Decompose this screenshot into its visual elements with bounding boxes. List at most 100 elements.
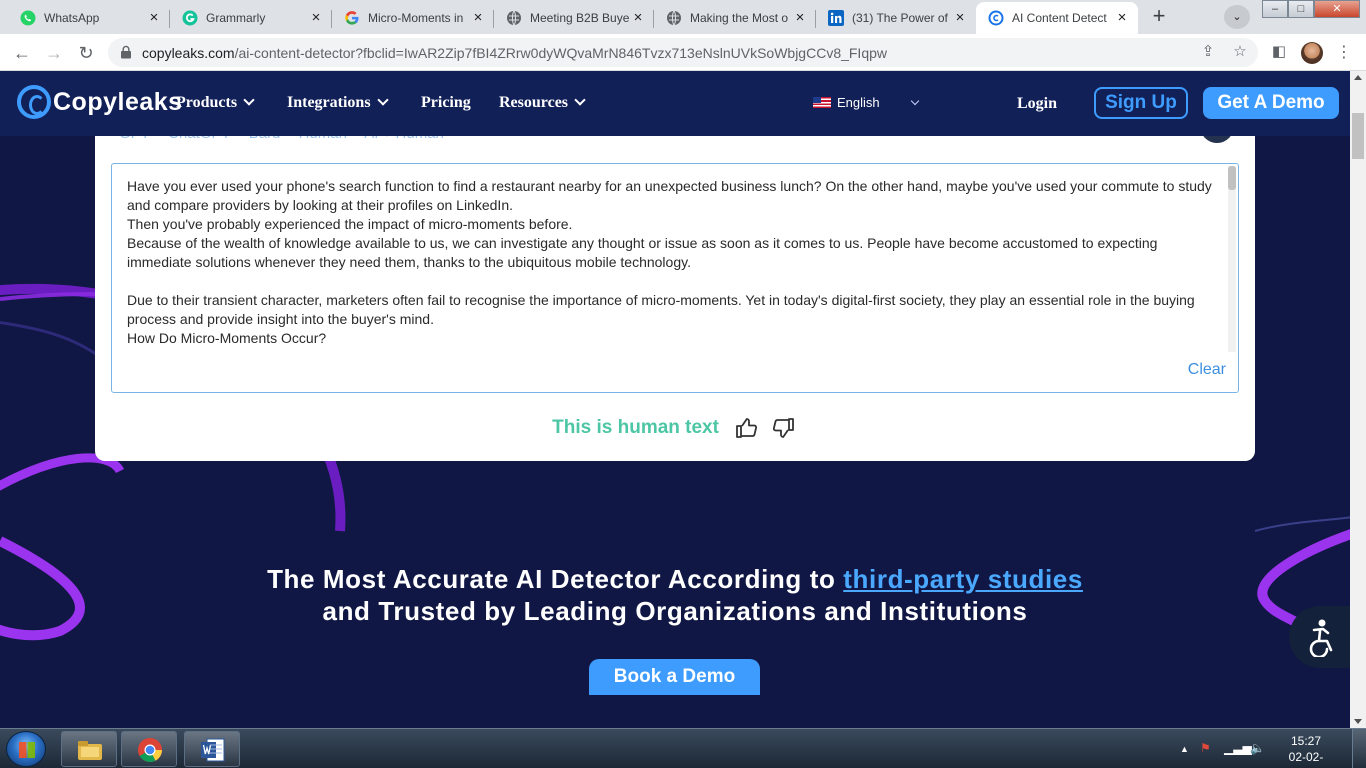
page-viewport: Copyleaks Products Integrations Pricing … [0, 71, 1350, 728]
side-panel-icon[interactable]: ◧ [1269, 42, 1289, 62]
chevron-down-icon [574, 94, 586, 106]
close-tab-icon[interactable]: × [952, 10, 968, 26]
new-tab-button[interactable]: + [1145, 5, 1173, 29]
google-icon [344, 10, 360, 26]
us-flag-icon [813, 97, 831, 108]
detection-result: This is human text [95, 417, 1255, 439]
textbox-scrollbar[interactable] [1228, 166, 1236, 352]
page-scrollbar[interactable] [1350, 71, 1366, 728]
get-a-demo-button[interactable]: Get A Demo [1203, 87, 1339, 119]
sign-up-button[interactable]: Sign Up [1094, 87, 1188, 119]
tab-linkedin[interactable]: (31) The Power of × [816, 2, 976, 34]
forward-button[interactable]: → [41, 40, 67, 66]
share-icon[interactable]: ⇪ [1198, 42, 1218, 62]
clock-date: 02-02-2024 [1288, 750, 1324, 768]
clear-button[interactable]: Clear [1188, 361, 1226, 379]
tab-title: Making the Most o [690, 11, 789, 25]
nav-products[interactable]: Products [176, 94, 255, 112]
back-button[interactable]: ← [9, 40, 35, 66]
close-tab-icon[interactable]: × [308, 10, 324, 26]
tab-grammarly[interactable]: Grammarly × [170, 2, 332, 34]
show-desktop-button[interactable] [1352, 729, 1366, 768]
reload-button[interactable]: ↻ [73, 40, 99, 66]
action-center-flag-icon[interactable]: ⚑ [1200, 741, 1211, 755]
profile-avatar[interactable] [1301, 42, 1323, 64]
browser-menu-icon[interactable]: ⋮ [1336, 42, 1352, 62]
tab-search-button[interactable]: ⌄ [1224, 5, 1250, 29]
tab-title: Meeting B2B Buye [530, 11, 630, 25]
browser-tab-strip: WhatsApp × Grammarly × Micro-Moments in … [0, 0, 1366, 34]
tab-title: WhatsApp [44, 11, 100, 25]
third-party-studies-link[interactable]: third-party studies [843, 564, 1083, 594]
tab-micro-moments[interactable]: Micro-Moments in × [332, 2, 494, 34]
file-explorer-icon [78, 741, 102, 760]
url-text: copyleaks.com/ai-content-detector?fbclid… [142, 45, 887, 61]
chevron-down-icon [376, 94, 389, 106]
close-tab-icon[interactable]: × [630, 10, 646, 26]
text-paragraph: Have you ever used your phone's search f… [127, 178, 1212, 213]
site-header: Copyleaks Products Integrations Pricing … [0, 71, 1350, 136]
nav-label: Pricing [421, 94, 471, 111]
text-paragraph [127, 272, 1225, 291]
taskbar-chrome[interactable] [121, 731, 177, 767]
close-tab-icon[interactable]: × [1114, 10, 1130, 26]
accessibility-widget-button[interactable] [1289, 606, 1350, 668]
thumbs-down-icon[interactable] [772, 417, 798, 439]
grammarly-icon [182, 10, 198, 26]
windows-taskbar: ▲ ⚑ ▁▃▅ 🔈 15:27 02-02-2024 [0, 728, 1366, 768]
close-tab-icon[interactable]: × [146, 10, 162, 26]
book-a-demo-button[interactable]: Book a Demo [589, 659, 760, 695]
logo-text: Copyleaks [53, 87, 183, 116]
system-clock[interactable]: 15:27 02-02-2024 [1276, 733, 1336, 768]
tab-whatsapp[interactable]: WhatsApp × [8, 2, 170, 34]
address-bar[interactable]: copyleaks.com/ai-content-detector?fbclid… [108, 38, 1258, 67]
word-icon [201, 738, 225, 762]
tab-title: AI Content Detect [1012, 11, 1107, 25]
taskbar-word[interactable] [184, 731, 240, 767]
hero-heading-prefix: The Most Accurate AI Detector According … [267, 564, 844, 594]
copyleaks-logo[interactable]: Copyleaks [17, 85, 183, 119]
login-link[interactable]: Login [1017, 95, 1057, 113]
tab-meeting-b2b[interactable]: Meeting B2B Buye × [494, 2, 654, 34]
taskbar-file-explorer[interactable] [61, 731, 117, 767]
volume-icon[interactable]: 🔈 [1250, 741, 1265, 755]
network-signal-icon[interactable]: ▁▃▅ [1224, 741, 1252, 755]
tab-ai-content-detector[interactable]: AI Content Detect × [976, 2, 1138, 34]
close-window-button[interactable]: ✕ [1314, 0, 1360, 18]
text-input-area[interactable]: Have you ever used your phone's search f… [111, 163, 1239, 393]
show-hidden-icons-icon[interactable]: ▲ [1180, 744, 1189, 754]
textbox-scrollbar-thumb[interactable] [1228, 166, 1236, 190]
thumbs-up-icon[interactable] [735, 417, 761, 439]
maximize-window-button[interactable]: □ [1288, 0, 1314, 18]
bookmark-star-icon[interactable]: ☆ [1230, 42, 1250, 62]
text-paragraph: Because of the wealth of knowledge avail… [127, 235, 1158, 270]
scroll-down-arrow-icon[interactable] [1354, 719, 1362, 724]
nav-pricing[interactable]: Pricing [421, 94, 471, 112]
chevron-down-icon [243, 94, 255, 106]
scroll-up-arrow-icon[interactable] [1354, 75, 1362, 80]
tab-title: Micro-Moments in [368, 11, 464, 25]
text-paragraph: Due to their transient character, market… [127, 292, 1195, 327]
hero-heading-line-2: and Trusted by Leading Organizations and… [322, 596, 1028, 626]
input-text[interactable]: Have you ever used your phone's search f… [127, 177, 1225, 349]
tab-title: (31) The Power of [852, 11, 948, 25]
tab-title: Grammarly [206, 11, 266, 25]
lock-icon[interactable] [120, 45, 132, 59]
accessibility-icon [1309, 619, 1333, 657]
hero-heading-line-1: The Most Accurate AI Detector According … [0, 564, 1350, 595]
close-tab-icon[interactable]: × [470, 10, 486, 26]
result-text: This is human text [552, 417, 719, 438]
browser-toolbar: ← → ↻ copyleaks.com/ai-content-detector?… [0, 34, 1366, 71]
nav-label: Products [176, 94, 238, 111]
chevron-down-icon[interactable] [910, 96, 920, 106]
linkedin-icon [828, 10, 844, 26]
page-scrollbar-thumb[interactable] [1352, 113, 1364, 159]
nav-resources[interactable]: Resources [499, 94, 586, 112]
close-tab-icon[interactable]: × [792, 10, 808, 26]
language-selector[interactable]: English [813, 95, 880, 110]
nav-integrations[interactable]: Integrations [287, 94, 389, 112]
text-paragraph: How Do Micro-Moments Occur? [127, 330, 327, 346]
start-button[interactable] [6, 731, 46, 767]
tab-making-the-most[interactable]: Making the Most o × [654, 2, 816, 34]
minimize-window-button[interactable]: – [1262, 0, 1288, 18]
